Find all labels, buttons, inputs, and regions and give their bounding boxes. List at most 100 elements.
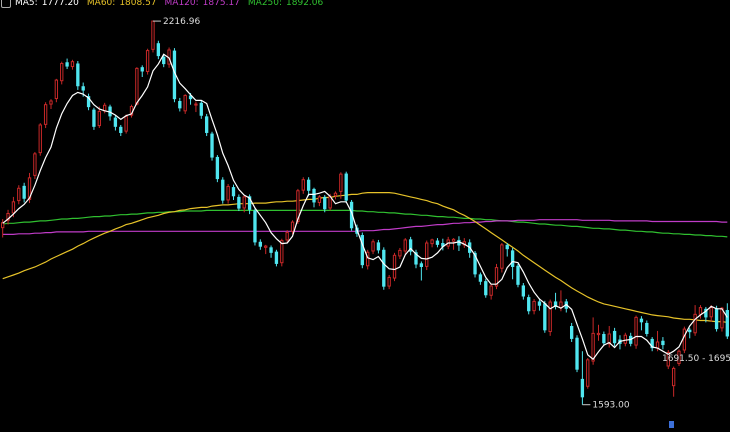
- candle-body-down: [527, 297, 531, 312]
- candle-body-down: [543, 303, 547, 331]
- candle-body-up: [135, 67, 139, 105]
- candle-body-down: [516, 265, 520, 285]
- candle-body-up: [145, 50, 150, 72]
- candle-body-down: [419, 263, 424, 267]
- candle-body-down: [65, 62, 69, 67]
- legend-ma120: MA120: 1875.17: [165, 0, 244, 8]
- candle-body-up: [671, 367, 676, 387]
- candle-body-down: [323, 196, 327, 210]
- ma60-line: [2, 192, 728, 323]
- candle-body-down: [376, 242, 381, 251]
- candle-body-down: [714, 308, 719, 330]
- legend-ma60-label: MA60:: [86, 0, 116, 8]
- high-price-label: 2216.96: [163, 17, 200, 27]
- candle-body-up: [38, 124, 42, 154]
- candle-body-up: [634, 316, 638, 346]
- candle-body-up: [70, 61, 75, 68]
- candle-body-down: [113, 117, 118, 127]
- candle-body-up: [242, 196, 246, 209]
- candle-body-down: [521, 285, 526, 297]
- candle-body-down: [199, 102, 203, 116]
- candle-body-down: [215, 156, 220, 180]
- candle-body-up: [682, 328, 687, 351]
- candle-body-up: [1, 222, 5, 229]
- candle-body-down: [645, 322, 649, 335]
- candle-body-up: [264, 245, 268, 248]
- candle-body-up: [559, 301, 563, 309]
- candle-body-up: [655, 341, 660, 349]
- candle-body-down: [274, 251, 279, 264]
- price-range-label: 1691.50 - 1695: [662, 354, 730, 364]
- candle-body-up: [11, 201, 16, 214]
- candle-body-down: [569, 326, 574, 339]
- candle-body-up: [586, 359, 590, 387]
- candle-body-up: [403, 239, 407, 252]
- candle-body-down: [575, 337, 579, 370]
- candle-body-up: [623, 334, 627, 344]
- candle-body-down: [258, 241, 262, 247]
- candle-body-up: [532, 300, 536, 312]
- candle-body-down: [312, 188, 316, 203]
- candle-body-down: [478, 274, 483, 282]
- scroll-marker[interactable]: [669, 421, 674, 428]
- candle-body-down: [382, 249, 386, 287]
- candle-body-up: [151, 20, 155, 50]
- legend-ma5: MA5: 1777.20: [15, 0, 83, 8]
- candle-body-up: [285, 232, 289, 241]
- candle-body-up: [387, 276, 391, 287]
- candle-body-up: [591, 332, 595, 362]
- candle-body-down: [344, 173, 348, 201]
- candle-body-down: [237, 196, 241, 209]
- legend-ma120-value: 1875.17: [202, 0, 240, 8]
- ma5-line: [2, 53, 728, 361]
- candle-body-up: [60, 62, 64, 82]
- candle-body-down: [484, 281, 488, 296]
- candle-body-down: [253, 210, 257, 243]
- candle-body-down: [602, 334, 606, 344]
- ma120-line: [2, 219, 728, 235]
- ma-legend: MA5: 1777.20 MA60: 1808.57 MA120: 1875.17 MA25…: [0, 0, 331, 9]
- legend-ma60: MA60: 1808.57: [87, 0, 161, 8]
- candle-body-up: [430, 239, 434, 245]
- candle-body-up: [548, 301, 552, 333]
- candle-body-down: [435, 240, 440, 245]
- candle-body-up: [398, 249, 402, 257]
- candle-body-down: [505, 244, 509, 250]
- legend-ma250: MA250: 1892.06: [248, 0, 327, 8]
- candle-body-down: [612, 330, 617, 344]
- candle-body-up: [17, 187, 21, 202]
- candle-body-up: [226, 185, 230, 201]
- candle-body-up: [290, 221, 295, 232]
- candle-body-down: [204, 116, 209, 133]
- settings-gear-icon[interactable]: [1, 0, 11, 8]
- candle-body-up: [451, 238, 456, 242]
- candle-body-up: [317, 196, 322, 203]
- candle-body-down: [580, 378, 585, 398]
- candle-body-up: [54, 79, 59, 100]
- legend-ma5-value: 1777.20: [41, 0, 79, 8]
- low-price-label: 1593.00: [592, 401, 629, 411]
- candle-body-up: [183, 94, 187, 112]
- candle-body-down: [76, 63, 80, 87]
- candle-body-down: [178, 100, 182, 109]
- candle-body-down: [119, 126, 123, 133]
- candle-body-down: [210, 133, 214, 158]
- candle-body-up: [301, 179, 305, 191]
- candle-body-down: [221, 179, 225, 201]
- legend-ma250-value: 1892.06: [286, 0, 324, 8]
- candle-body-down: [725, 310, 729, 337]
- candle-body-up: [698, 307, 703, 315]
- candlestick-chart: 2216.96 1593.00: [1, 17, 729, 411]
- candle-body-down: [92, 109, 96, 127]
- candle-body-up: [693, 313, 697, 334]
- candle-body-up: [339, 173, 343, 192]
- candle-body-down: [269, 247, 273, 253]
- candle-body-up: [194, 103, 198, 106]
- candle-body-down: [510, 250, 515, 267]
- candle-body-down: [140, 67, 144, 72]
- candle-body-down: [661, 340, 665, 346]
- candle-body-down: [22, 185, 26, 199]
- candle-body-down: [162, 56, 166, 65]
- candle-body-down: [688, 329, 692, 333]
- ma250-line: [2, 209, 728, 238]
